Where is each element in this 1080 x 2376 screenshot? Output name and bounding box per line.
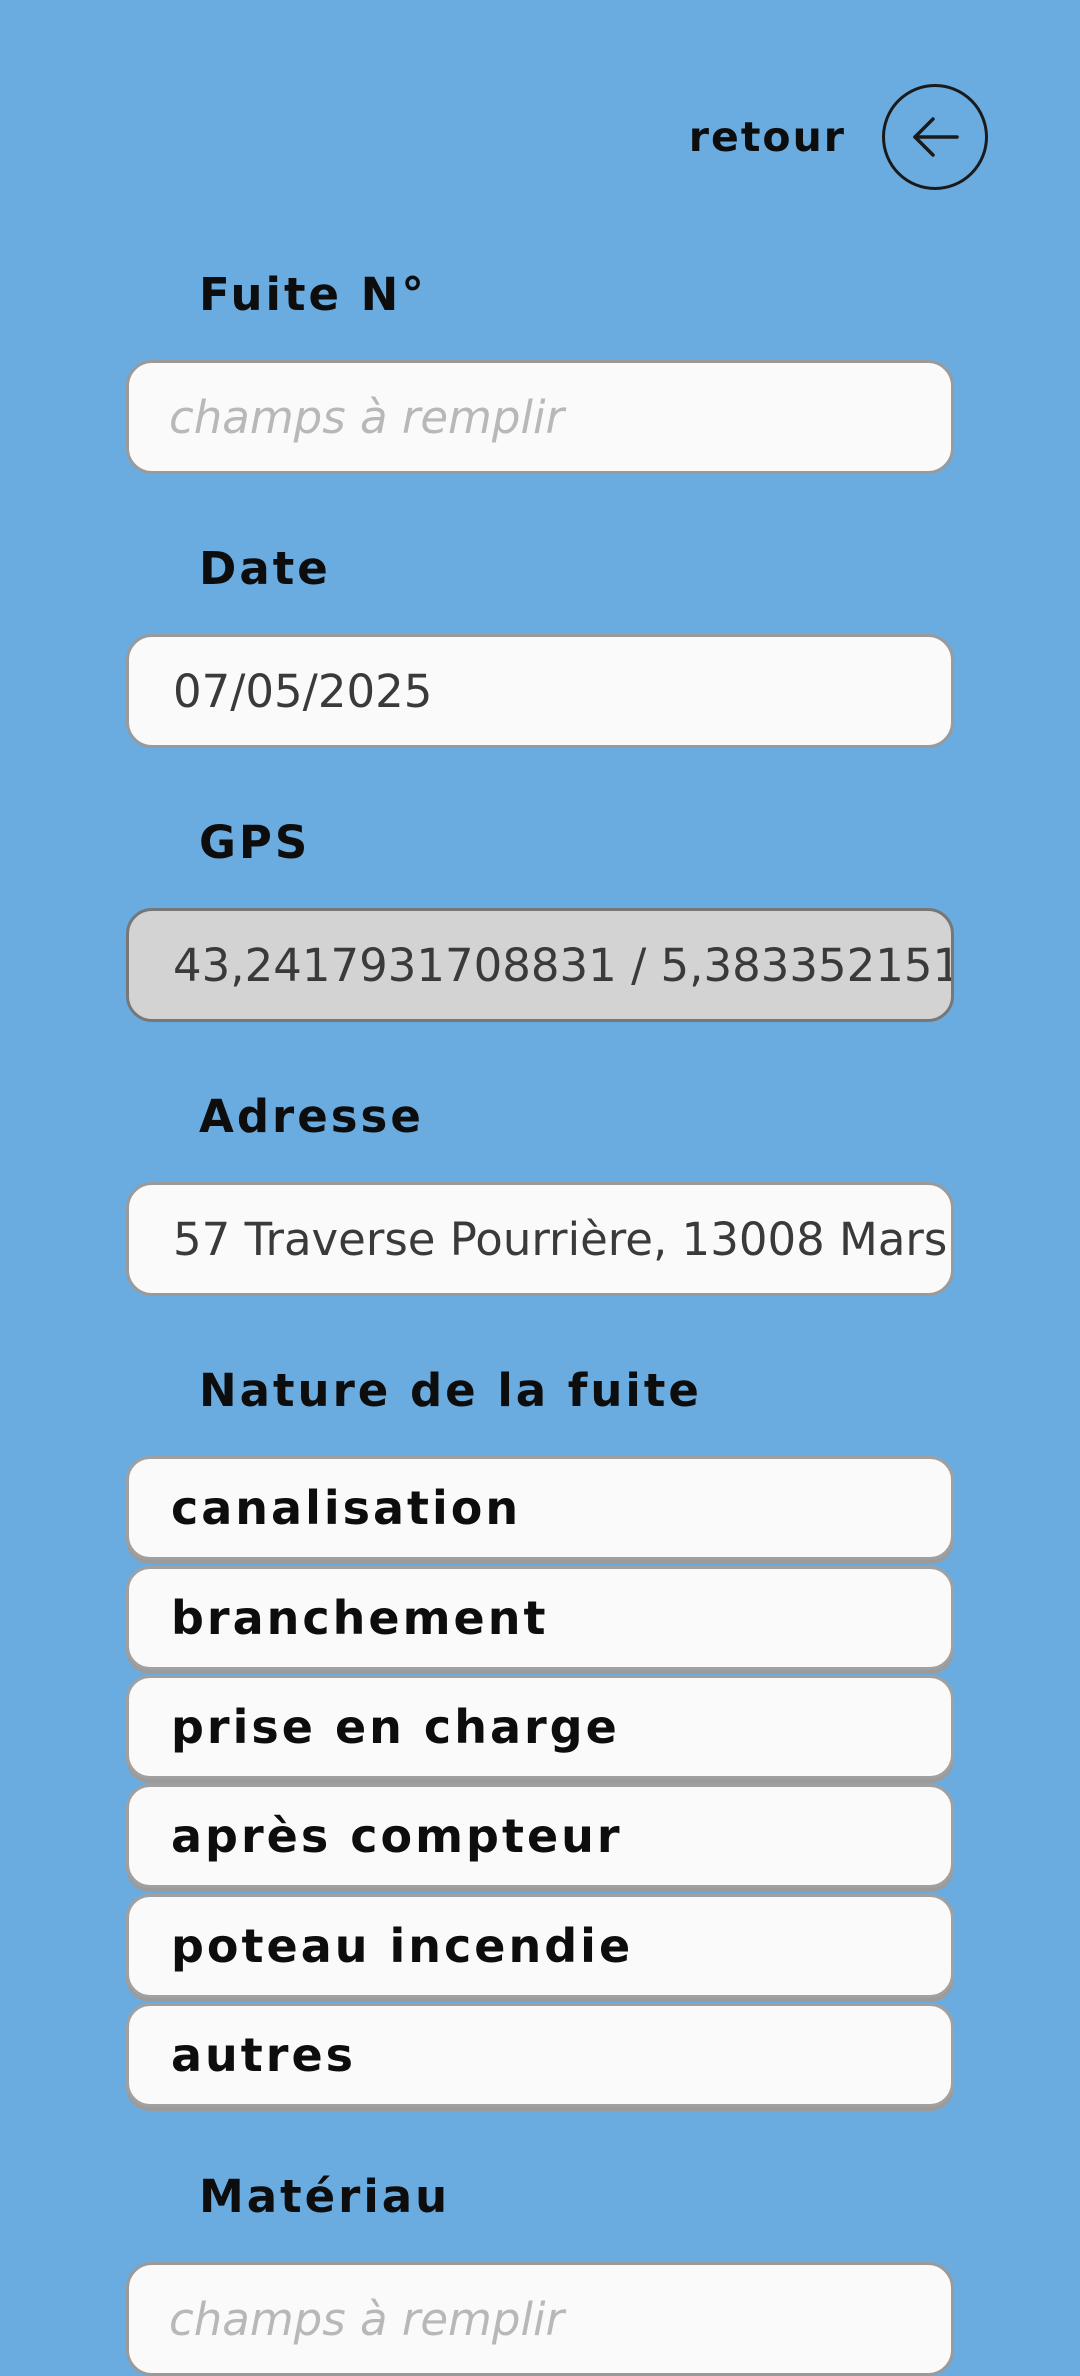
- leak-number-label: Fuite N°: [199, 268, 427, 321]
- address-label: Adresse: [199, 1090, 424, 1143]
- arrow-left-icon: [913, 117, 959, 157]
- address-value: 57 Traverse Pourrière, 13008 Mars: [173, 1212, 948, 1266]
- leak-number-placeholder: champs à remplir: [169, 390, 564, 444]
- material-label: Matériau: [199, 2170, 451, 2223]
- back-control[interactable]: retour: [689, 82, 988, 192]
- nature-option-branchement[interactable]: branchement: [126, 1566, 954, 1670]
- nature-option-apres-compteur[interactable]: après compteur: [126, 1784, 954, 1888]
- nature-option-poteau-incendie[interactable]: poteau incendie: [126, 1894, 954, 1998]
- leak-number-input[interactable]: champs à remplir: [126, 360, 954, 474]
- material-placeholder: champs à remplir: [169, 2292, 564, 2346]
- material-input[interactable]: champs à remplir: [126, 2262, 954, 2376]
- address-input[interactable]: 57 Traverse Pourrière, 13008 Mars: [126, 1182, 954, 1296]
- date-value: 07/05/2025: [173, 664, 433, 718]
- nature-option-prise-en-charge[interactable]: prise en charge: [126, 1675, 954, 1779]
- nature-option-autres[interactable]: autres: [126, 2003, 954, 2107]
- date-label: Date: [199, 542, 331, 595]
- back-label[interactable]: retour: [689, 113, 846, 161]
- back-button[interactable]: [882, 84, 988, 190]
- gps-input: 43,2417931708831 / 5,38335215148: [126, 908, 954, 1022]
- leak-nature-label: Nature de la fuite: [199, 1364, 702, 1417]
- date-input[interactable]: 07/05/2025: [126, 634, 954, 748]
- gps-label: GPS: [199, 816, 311, 869]
- gps-value: 43,2417931708831 / 5,38335215148: [173, 938, 954, 992]
- nature-option-canalisation[interactable]: canalisation: [126, 1456, 954, 1560]
